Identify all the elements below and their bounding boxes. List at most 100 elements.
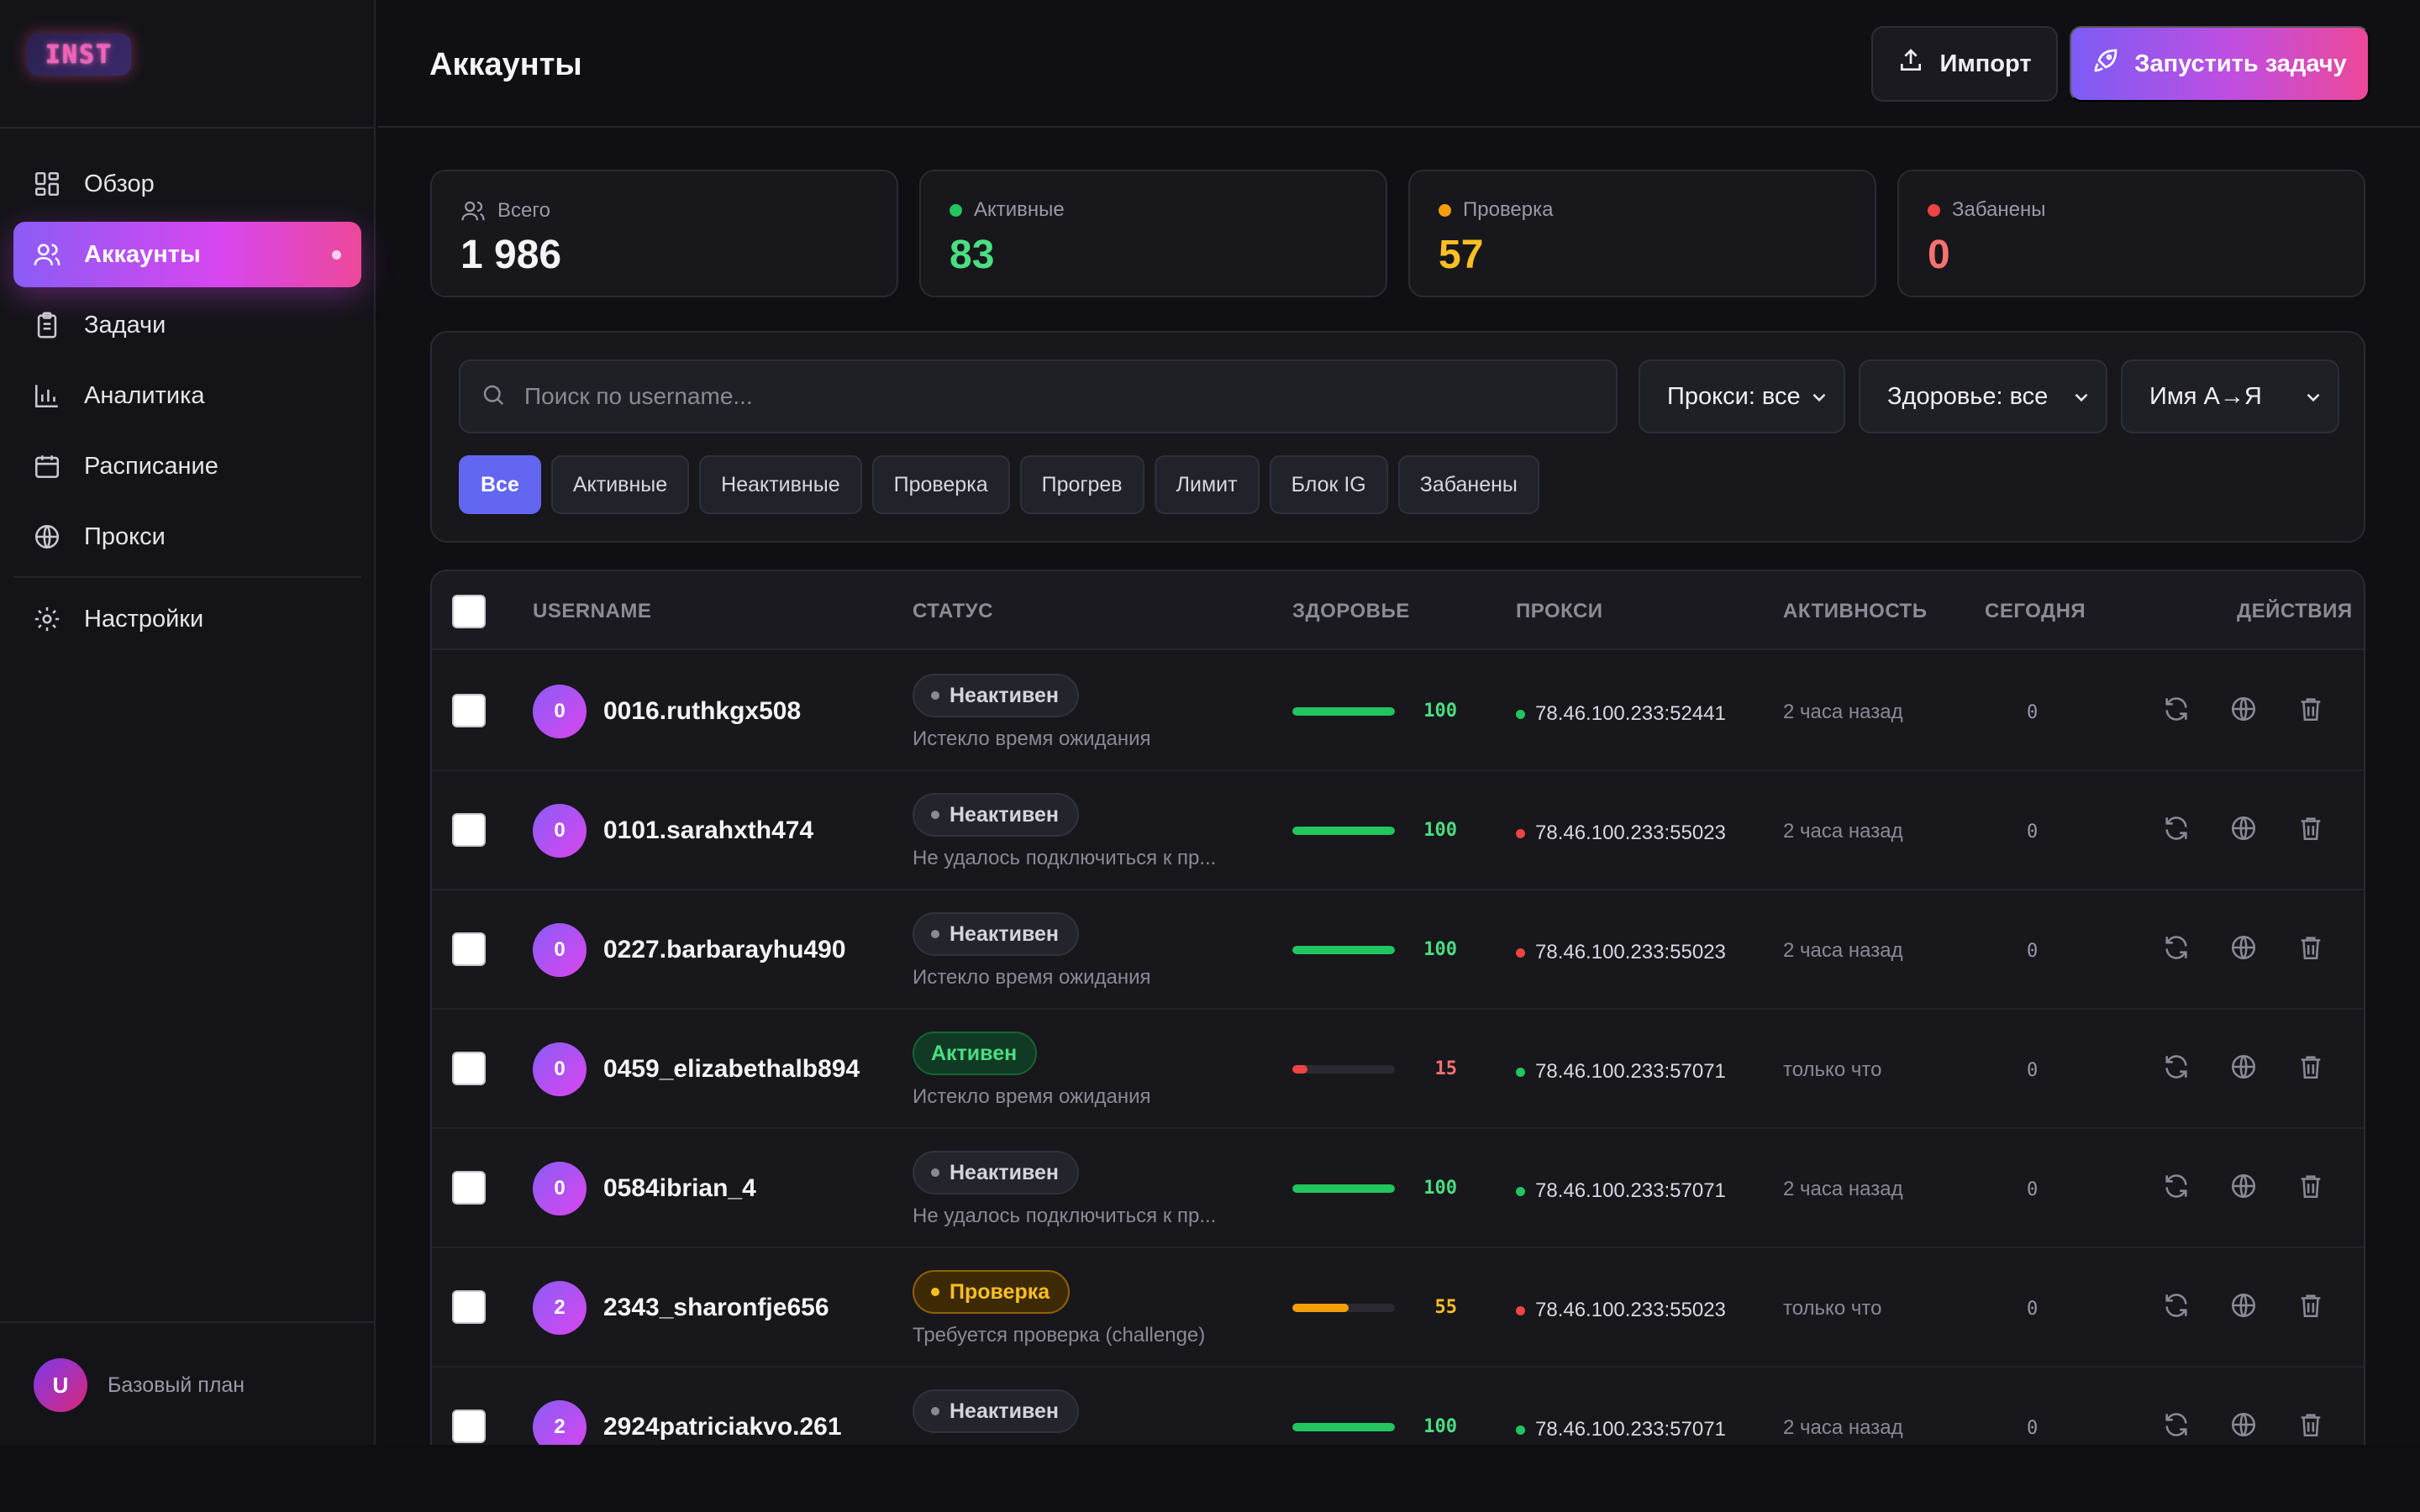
plan-label: Базовый план [108, 1373, 245, 1397]
table-row[interactable]: 0 0227.barbarayhu490 Неактивен Истекло врем… [432, 890, 2364, 1010]
status-badge: Неактивен [913, 912, 1080, 956]
search-box[interactable] [459, 360, 1618, 433]
username[interactable]: 0584ibrian_4 [603, 1174, 756, 1203]
avatar[interactable]: U [34, 1358, 87, 1412]
row-checkbox[interactable] [452, 1290, 486, 1324]
username[interactable]: 0101.sarahxth474 [603, 816, 813, 845]
status-dot [1439, 203, 1451, 217]
filter-chip-inactive[interactable]: Неактивные [699, 455, 862, 514]
stat-total-label: Всего [497, 199, 550, 222]
health-bar [1292, 707, 1395, 716]
status-badge-label: Неактивен [950, 683, 1060, 707]
stat-checking-value: 57 [1439, 233, 1484, 277]
table-row[interactable]: 0 0016.ruthkgx508 Неактивен Истекло время о… [432, 652, 2364, 771]
refresh-account-button[interactable] [2160, 813, 2193, 847]
filter-chip-warmup[interactable]: Прогрев [1019, 455, 1144, 514]
sidebar-item-overview[interactable]: Обзор [13, 151, 361, 217]
delete-account-button[interactable] [2294, 813, 2328, 847]
refresh-account-button[interactable] [2160, 1410, 2193, 1443]
table-row[interactable]: 2 2343_sharonfje656 Проверка Требуется пров… [432, 1248, 2364, 1368]
username[interactable]: 2924patriciakvo.261 [603, 1413, 842, 1441]
row-checkbox[interactable] [452, 1052, 486, 1085]
row-checkbox[interactable] [452, 932, 486, 966]
avatar: 2 [533, 1281, 587, 1335]
sort-select[interactable]: Имя А→Я [2121, 360, 2339, 433]
refresh-account-button[interactable] [2160, 1171, 2193, 1205]
filter-chip-banned[interactable]: Забанены [1397, 455, 1539, 514]
column-header-today[interactable]: СЕГОДНЯ [1985, 600, 2086, 623]
assign-proxy-button[interactable] [2227, 932, 2260, 966]
health-value: 100 [1423, 701, 1457, 722]
page-title: Аккаунты [429, 47, 582, 82]
filter-chip-limit[interactable]: Лимит [1154, 455, 1260, 514]
username[interactable]: 0227.barbarayhu490 [603, 936, 846, 964]
table-row[interactable]: 0 0459_elizabethalb894 Активен Истекло врем… [432, 1010, 2364, 1129]
delete-account-button[interactable] [2294, 1410, 2328, 1443]
column-header-status[interactable]: СТАТУС [913, 600, 993, 623]
run-task-button[interactable]: Запустить задачу [2070, 26, 2370, 102]
sidebar-item-tasks[interactable]: Задачи [13, 292, 361, 358]
refresh-account-button[interactable] [2160, 1052, 2193, 1085]
column-header-proxy[interactable]: ПРОКСИ [1516, 600, 1603, 623]
proxy-filter-select[interactable]: Прокси: все [1639, 360, 1845, 433]
assign-proxy-button[interactable] [2227, 1290, 2260, 1324]
username[interactable]: 2343_sharonfje656 [603, 1294, 829, 1322]
status-dot [1928, 203, 1940, 217]
delete-account-button[interactable] [2294, 1290, 2328, 1324]
filter-chip-checking[interactable]: Проверка [871, 455, 1010, 514]
sidebar-item-schedule[interactable]: Расписание [13, 433, 361, 499]
refresh-account-button[interactable] [2160, 694, 2193, 727]
table-row[interactable]: 0 0101.sarahxth474 Неактивен Не удалось под… [432, 771, 2364, 890]
app-logo[interactable]: INST [27, 34, 131, 76]
refresh-account-button[interactable] [2160, 932, 2193, 966]
refresh-icon [2162, 695, 2191, 727]
proxy-cell[interactable]: 78.46.100.233:55023 [1516, 1299, 1726, 1322]
row-checkbox[interactable] [452, 1171, 486, 1205]
table-row[interactable]: 2 2924patriciakvo.261 Неактивен 100 78.46.10… [432, 1368, 2364, 1445]
filter-chip-ig-block[interactable]: Блок IG [1269, 455, 1388, 514]
sidebar-item-settings[interactable]: Настройки [13, 586, 361, 652]
username[interactable]: 0016.ruthkgx508 [603, 697, 801, 726]
assign-proxy-button[interactable] [2227, 694, 2260, 727]
proxy-cell[interactable]: 78.46.100.233:57071 [1516, 1060, 1726, 1084]
sidebar-item-accounts[interactable]: Аккаунты [13, 222, 361, 287]
delete-account-button[interactable] [2294, 932, 2328, 966]
sidebar-item-proxies[interactable]: Прокси [13, 504, 361, 570]
status-badge-label: Проверка [950, 1279, 1050, 1304]
proxy-cell[interactable]: 78.46.100.233:55023 [1516, 941, 1726, 964]
delete-account-button[interactable] [2294, 1052, 2328, 1085]
select-all-checkbox[interactable] [452, 595, 486, 628]
sidebar-item-analytics[interactable]: Аналитика [13, 363, 361, 428]
filter-chip-all[interactable]: Все [459, 455, 541, 514]
import-button[interactable]: Импорт [1871, 26, 2058, 102]
column-header-health[interactable]: ЗДОРОВЬЕ [1292, 600, 1410, 623]
assign-proxy-button[interactable] [2227, 1052, 2260, 1085]
proxy-cell[interactable]: 78.46.100.233:55023 [1516, 822, 1726, 845]
filter-chip-active[interactable]: Активные [550, 455, 690, 514]
assign-proxy-button[interactable] [2227, 1171, 2260, 1205]
proxy-cell[interactable]: 78.46.100.233:52441 [1516, 702, 1726, 726]
column-header-activity[interactable]: АКТИВНОСТЬ [1783, 600, 1927, 623]
sidebar-item-label: Аккаунты [84, 240, 201, 268]
refresh-account-button[interactable] [2160, 1290, 2193, 1324]
row-checkbox[interactable] [452, 694, 486, 727]
search-input[interactable] [524, 383, 1600, 410]
proxy-cell[interactable]: 78.46.100.233:57071 [1516, 1418, 1726, 1441]
health-filter-select[interactable]: Здоровье: все [1859, 360, 2107, 433]
username[interactable]: 0459_elizabethalb894 [603, 1055, 860, 1084]
proxy-cell[interactable]: 78.46.100.233:57071 [1516, 1179, 1726, 1203]
assign-proxy-button[interactable] [2227, 813, 2260, 847]
assign-proxy-button[interactable] [2227, 1410, 2260, 1443]
row-checkbox[interactable] [452, 1410, 486, 1443]
row-checkbox[interactable] [452, 813, 486, 847]
table-row[interactable]: 0 0584ibrian_4 Неактивен Не удалось подключ… [432, 1129, 2364, 1248]
last-activity: 2 часа назад [1783, 1416, 1903, 1439]
health-value: 15 [1434, 1058, 1458, 1079]
delete-account-button[interactable] [2294, 694, 2328, 727]
chevron-down-icon [1808, 386, 1830, 415]
delete-account-button[interactable] [2294, 1171, 2328, 1205]
user-profile[interactable]: U Базовый план [34, 1358, 245, 1412]
column-header-username[interactable]: USERNAME [533, 600, 651, 623]
globe-icon [2229, 933, 2258, 966]
accounts-table: USERNAME СТАТУС ЗДОРОВЬЕ ПРОКСИ АКТИВНОС… [430, 570, 2365, 1445]
